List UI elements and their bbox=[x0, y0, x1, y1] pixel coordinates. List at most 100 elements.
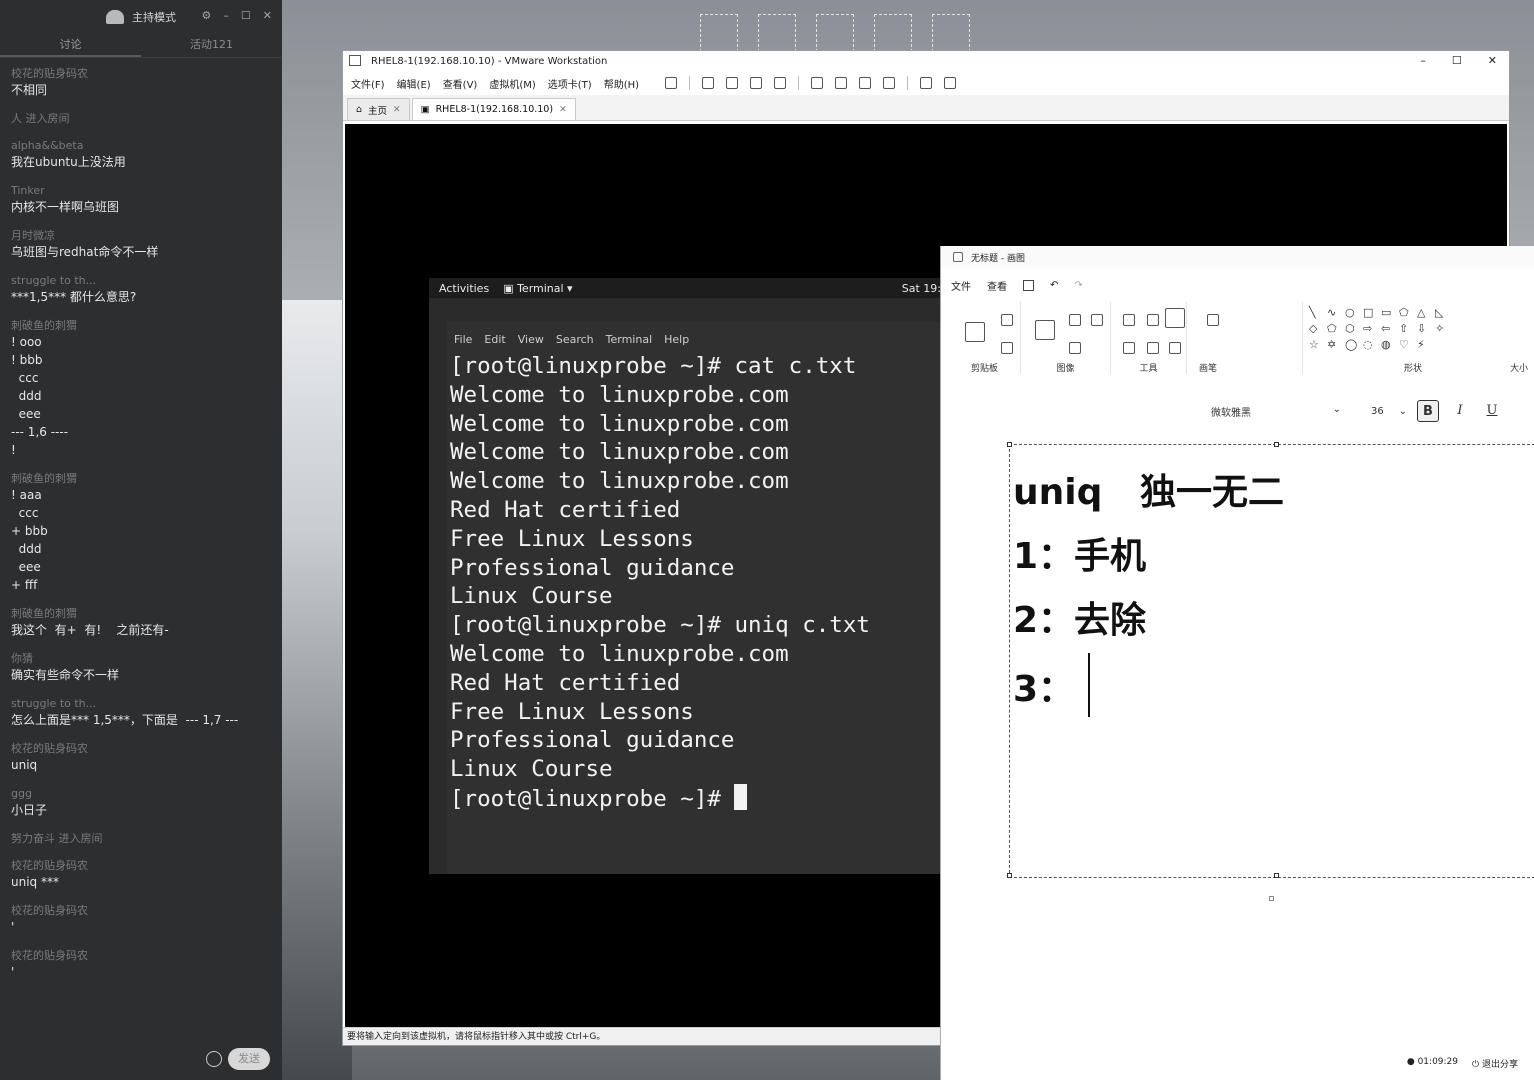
fill-icon[interactable] bbox=[1147, 314, 1159, 326]
shape-option-icon[interactable]: ⇨ bbox=[1363, 322, 1378, 335]
tab-discussion[interactable]: 讨论 bbox=[0, 34, 141, 57]
terminal-app-menu[interactable]: ▣ Terminal ▾ bbox=[503, 282, 572, 295]
desktop-shortcut-icon[interactable] bbox=[700, 14, 738, 52]
bold-button[interactable]: B bbox=[1417, 400, 1439, 422]
close-tab-icon[interactable]: ✕ bbox=[393, 105, 401, 115]
maximize-icon[interactable]: ☐ bbox=[241, 9, 251, 22]
shape-option-icon[interactable]: ✡ bbox=[1327, 338, 1342, 351]
terminal-menu-search[interactable]: Search bbox=[556, 333, 594, 346]
tab-activity[interactable]: 活动121 bbox=[141, 34, 282, 57]
desktop-shortcut-icon[interactable] bbox=[932, 14, 970, 52]
shape-option-icon[interactable]: ⇧ bbox=[1399, 322, 1414, 335]
shape-option-icon[interactable]: ⇩ bbox=[1417, 322, 1432, 335]
terminal-menu-view[interactable]: View bbox=[518, 333, 544, 346]
maximize-icon[interactable]: ☐ bbox=[1452, 54, 1462, 67]
resize-handle[interactable] bbox=[1274, 442, 1279, 447]
shape-option-icon[interactable]: ⇦ bbox=[1381, 322, 1396, 335]
close-tab-icon[interactable]: ✕ bbox=[559, 105, 567, 115]
shape-option-icon[interactable]: ◇ bbox=[1309, 322, 1324, 335]
menu-help[interactable]: 帮助(H) bbox=[604, 76, 639, 91]
terminal-body[interactable]: File Edit View Search Terminal Help [roo… bbox=[447, 322, 949, 874]
menu-view[interactable]: 查看(V) bbox=[443, 76, 478, 91]
shape-option-icon[interactable]: ♡ bbox=[1399, 338, 1414, 351]
send-button[interactable]: 发送 bbox=[228, 1048, 270, 1070]
snapshot-icon[interactable] bbox=[726, 77, 739, 89]
italic-button[interactable]: I bbox=[1449, 400, 1471, 422]
activities-button[interactable]: Activities bbox=[439, 282, 489, 295]
terminal-menu-help[interactable]: Help bbox=[664, 333, 689, 346]
shape-option-icon[interactable]: □ bbox=[1363, 306, 1378, 319]
shape-option-icon[interactable]: ⬡ bbox=[1345, 322, 1360, 335]
desktop-shortcut-icon[interactable] bbox=[816, 14, 854, 52]
resize-handle[interactable] bbox=[1274, 873, 1279, 878]
paint-menu-file[interactable]: 文件 bbox=[951, 278, 971, 293]
menu-file[interactable]: 文件(F) bbox=[351, 76, 385, 91]
settings-icon[interactable]: ⚙ bbox=[202, 9, 212, 22]
unity-icon[interactable] bbox=[883, 77, 896, 89]
paint-menu-view[interactable]: 查看 bbox=[987, 278, 1007, 293]
revert-snapshot-icon[interactable] bbox=[750, 77, 763, 89]
menu-tabs[interactable]: 选项卡(T) bbox=[548, 76, 592, 91]
shape-option-icon[interactable]: ◌ bbox=[1363, 338, 1378, 351]
resize-handle[interactable] bbox=[1007, 873, 1012, 878]
shape-option-icon[interactable]: ○ bbox=[1345, 306, 1360, 319]
cut-icon[interactable] bbox=[1001, 314, 1013, 326]
tab-home[interactable]: ⌂ 主页 ✕ bbox=[347, 98, 410, 120]
shape-option-icon[interactable]: ☆ bbox=[1309, 338, 1324, 351]
snapshot-manager-icon[interactable] bbox=[774, 77, 787, 89]
shape-option-icon[interactable]: ⬠ bbox=[1327, 322, 1342, 335]
text-tool-icon[interactable] bbox=[1165, 308, 1185, 328]
rotate-icon[interactable] bbox=[1091, 314, 1103, 326]
shape-option-icon[interactable]: ╲ bbox=[1309, 306, 1324, 319]
desktop-shortcut-icon[interactable] bbox=[758, 14, 796, 52]
terminal-menu-terminal[interactable]: Terminal bbox=[606, 333, 653, 346]
color-picker-icon[interactable] bbox=[1147, 342, 1159, 354]
eraser-icon[interactable] bbox=[1123, 342, 1135, 354]
tab-rhel8-vm[interactable]: ▣ RHEL8-1(192.168.10.10) ✕ bbox=[411, 98, 576, 120]
shape-option-icon[interactable]: ◍ bbox=[1381, 338, 1396, 351]
redo-icon[interactable]: ↷ bbox=[1074, 280, 1082, 291]
resize-icon[interactable] bbox=[1069, 342, 1081, 354]
select-icon[interactable] bbox=[1035, 320, 1055, 340]
shape-option-icon[interactable]: ⚡ bbox=[1417, 338, 1432, 351]
fullscreen-icon[interactable] bbox=[859, 77, 872, 89]
sidebar-view-icon[interactable] bbox=[811, 77, 824, 89]
minimize-icon[interactable]: – bbox=[1420, 54, 1426, 67]
brush-icon[interactable] bbox=[1207, 314, 1219, 326]
shape-option-icon[interactable]: ✧ bbox=[1435, 322, 1450, 335]
font-size-select[interactable]: 36 ⌄ bbox=[1371, 406, 1407, 417]
gnome-clock[interactable]: Sat 19: bbox=[902, 282, 941, 295]
crop-icon[interactable] bbox=[1069, 314, 1081, 326]
send-ctrl-alt-del-icon[interactable] bbox=[702, 77, 715, 89]
shape-option-icon[interactable]: ▭ bbox=[1381, 306, 1396, 319]
stretch-guest-icon[interactable] bbox=[944, 77, 957, 89]
font-family-select[interactable]: 微软雅黑 ⌄ bbox=[1211, 404, 1341, 419]
terminal-menu-file[interactable]: File bbox=[454, 333, 472, 346]
copy-icon[interactable] bbox=[1001, 342, 1013, 354]
save-icon[interactable] bbox=[1023, 279, 1034, 291]
exit-share-button[interactable]: ⏻ 退出分享 bbox=[1472, 1057, 1518, 1070]
console-icon[interactable] bbox=[920, 77, 933, 89]
shape-option-icon[interactable]: ◯ bbox=[1345, 338, 1360, 351]
canvas-resize-handle[interactable] bbox=[1269, 896, 1274, 901]
pause-icon[interactable] bbox=[665, 77, 678, 89]
emoji-icon[interactable] bbox=[206, 1051, 222, 1067]
underline-button[interactable]: U bbox=[1481, 400, 1503, 422]
minimize-icon[interactable]: – bbox=[223, 9, 229, 22]
shape-option-icon[interactable]: ∿ bbox=[1327, 306, 1342, 319]
shape-option-icon[interactable]: ⬠ bbox=[1399, 306, 1414, 319]
terminal-menu-edit[interactable]: Edit bbox=[484, 333, 505, 346]
paste-icon[interactable] bbox=[965, 322, 985, 342]
close-icon[interactable]: ✕ bbox=[263, 9, 272, 22]
menu-vm[interactable]: 虚拟机(M) bbox=[489, 76, 535, 91]
desktop-shortcut-icon[interactable] bbox=[874, 14, 912, 52]
canvas-text[interactable]: uniq 独一无二 1：手机 2：去除 3： bbox=[1013, 461, 1284, 722]
thumbnail-view-icon[interactable] bbox=[835, 77, 848, 89]
menu-edit[interactable]: 编辑(E) bbox=[397, 76, 431, 91]
close-icon[interactable]: ✕ bbox=[1488, 54, 1497, 67]
resize-handle[interactable] bbox=[1007, 442, 1012, 447]
shape-option-icon[interactable]: △ bbox=[1417, 306, 1432, 319]
pencil-icon[interactable] bbox=[1123, 314, 1135, 326]
shape-option-icon[interactable]: ◺ bbox=[1435, 306, 1450, 319]
magnifier-icon[interactable] bbox=[1169, 342, 1181, 354]
